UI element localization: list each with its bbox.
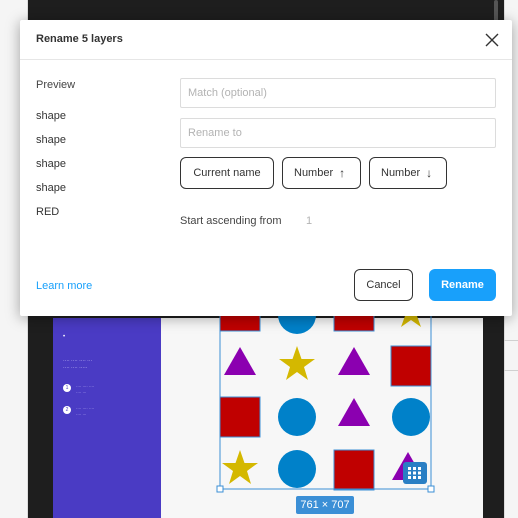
star-shape[interactable]: [222, 450, 258, 484]
learn-more-link[interactable]: Learn more: [36, 280, 92, 292]
cancel-button[interactable]: Cancel: [354, 269, 413, 301]
star-shape[interactable]: [279, 346, 315, 380]
resize-handle[interactable]: [216, 485, 224, 493]
layer-preview-item: shape: [36, 110, 66, 122]
arrow-down-icon: ↓: [426, 166, 433, 180]
start-ascending-value[interactable]: 1: [306, 215, 312, 227]
current-name-token-button[interactable]: Current name: [180, 157, 274, 189]
current-name-token-label: Current name: [193, 167, 261, 179]
number-ascending-token-button[interactable]: Number ↑: [282, 157, 361, 189]
close-button[interactable]: [482, 30, 502, 50]
triangle-shape[interactable]: [338, 398, 370, 426]
circle-shape[interactable]: [278, 398, 316, 436]
arrow-up-icon: ↑: [339, 166, 346, 180]
rename-to-input[interactable]: [180, 118, 496, 148]
dialog-title: Rename 5 layers: [36, 33, 123, 45]
grid-icon[interactable]: [403, 462, 427, 484]
selection-size-badge: 761 × 707: [296, 496, 354, 514]
triangle-shape[interactable]: [224, 347, 256, 375]
match-input[interactable]: [180, 78, 496, 108]
resize-handle[interactable]: [427, 485, 435, 493]
layer-preview-item: shape: [36, 134, 66, 146]
number-descending-token-button[interactable]: Number ↓: [369, 157, 447, 189]
number-ascending-label: Number: [294, 167, 334, 179]
triangle-shape[interactable]: [338, 347, 370, 375]
rename-token-row: Current name Number ↑ Number ↓: [180, 157, 447, 189]
start-ascending-label: Start ascending from: [180, 215, 282, 227]
preview-label: Preview: [36, 79, 76, 91]
number-descending-label: Number: [381, 167, 421, 179]
layer-preview-list: shape shape shape shape RED: [36, 110, 66, 230]
square-shape[interactable]: [333, 449, 375, 491]
square-shape[interactable]: [390, 345, 432, 387]
close-icon: [485, 33, 499, 47]
rename-button[interactable]: Rename: [429, 269, 496, 301]
circle-shape[interactable]: [278, 450, 316, 488]
layer-preview-item: shape: [36, 182, 66, 194]
rename-dialog: Rename 5 layers Preview shape shape shap…: [20, 20, 512, 316]
dialog-header: Rename 5 layers: [20, 20, 512, 60]
layer-preview-item: shape: [36, 158, 66, 170]
layer-preview-item: RED: [36, 206, 60, 218]
square-shape[interactable]: [219, 396, 261, 438]
circle-shape[interactable]: [392, 398, 430, 436]
